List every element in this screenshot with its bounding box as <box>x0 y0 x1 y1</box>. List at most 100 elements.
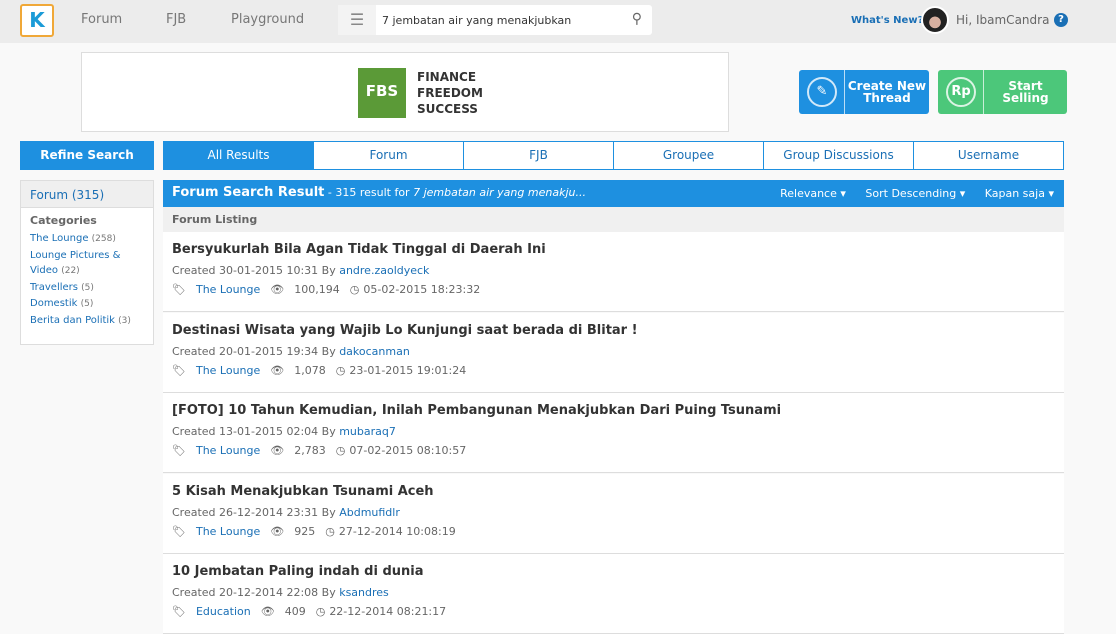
results-title: Forum Search Result <box>172 185 325 200</box>
ad-banner[interactable]: FBS FINANCE FREEDOM SUCCESS <box>81 52 729 132</box>
result-tabs: All Results Forum FJB Groupee Group Disc… <box>163 141 1064 170</box>
results-summary: - 315 result for <box>324 186 414 199</box>
views-icon: 👁 <box>260 605 275 618</box>
tab-username[interactable]: Username <box>913 142 1063 169</box>
category-item[interactable]: Domestik (5) <box>30 296 144 313</box>
banner-line: FINANCE <box>417 70 477 84</box>
banner-line: FREEDOM <box>417 86 483 100</box>
nav-playground[interactable]: Playground <box>231 12 304 27</box>
last-post-time: 05-02-2015 18:23:32 <box>363 283 481 296</box>
clock-icon: ◷ <box>315 605 326 618</box>
sort-controls: Relevance ▾ Sort Descending ▾ Kapan saja… <box>764 187 1054 200</box>
tag-icon: 🏷 <box>172 605 186 618</box>
tab-groupee[interactable]: Groupee <box>613 142 763 169</box>
pencil-icon: ✎ <box>807 77 837 107</box>
view-count: 100,194 <box>294 283 340 296</box>
thread-meta: 🏷 The Lounge 👁 925 ◷ 27-12-2014 10:08:19 <box>172 525 1055 538</box>
category-item[interactable]: Lounge Pictures & Video (22) <box>30 248 144 280</box>
search-icon[interactable]: ⚲ <box>632 11 642 27</box>
view-count: 2,783 <box>294 444 326 457</box>
category-link[interactable]: The Lounge <box>196 283 260 296</box>
start-selling-label: Start Selling <box>1002 79 1049 105</box>
time-range-dropdown[interactable]: Kapan saja ▾ <box>985 187 1054 200</box>
thread-title[interactable]: Bersyukurlah Bila Agan Tidak Tinggal di … <box>172 242 1055 257</box>
result-item: Destinasi Wisata yang Wajib Lo Kunjungi … <box>163 312 1064 393</box>
thread-title[interactable]: 5 Kisah Menakjubkan Tsunami Aceh <box>172 484 1055 499</box>
create-thread-button[interactable]: ✎ Create New Thread <box>799 70 929 114</box>
results-header: Forum Search Result - 315 result for 7 j… <box>163 180 1064 207</box>
result-item: [FOTO] 10 Tahun Kemudian, Inilah Pembang… <box>163 393 1064 473</box>
rupiah-icon: Rp <box>946 77 976 107</box>
category-link[interactable]: The Lounge <box>196 444 260 457</box>
author-link[interactable]: dakocanman <box>339 345 410 358</box>
start-selling-button[interactable]: Rp Start Selling <box>938 70 1067 114</box>
relevance-dropdown[interactable]: Relevance ▾ <box>780 187 846 200</box>
category-link[interactable]: The Lounge <box>196 525 260 538</box>
category-link[interactable]: The Lounge <box>196 364 260 377</box>
category-item[interactable]: Berita dan Politik (3) <box>30 313 144 330</box>
tag-icon: 🏷 <box>172 524 186 538</box>
whats-new-link[interactable]: What's New? <box>851 15 923 26</box>
author-link[interactable]: Abdmufidlr <box>339 506 400 519</box>
result-item: 10 Jembatan Paling indah di dunia Create… <box>163 554 1064 634</box>
view-count: 1,078 <box>294 363 326 377</box>
author-link[interactable]: ksandres <box>339 586 389 599</box>
nav-fjb[interactable]: FJB <box>166 12 186 27</box>
views-icon: 👁 <box>270 524 285 538</box>
last-post-time: 27-12-2014 10:08:19 <box>338 524 456 538</box>
category-link[interactable]: The Lounge <box>30 233 88 244</box>
view-count: 409 <box>284 605 306 618</box>
tag-icon: 🏷 <box>172 444 186 457</box>
author-link[interactable]: mubaraq7 <box>339 425 396 438</box>
category-list: The Lounge (258) Lounge Pictures & Video … <box>21 227 153 333</box>
category-item[interactable]: Travellers (5) <box>30 280 144 297</box>
views-icon: 👁 <box>270 283 285 296</box>
user-greeting[interactable]: Hi, IbamCandra <box>956 13 1049 27</box>
forum-listing-label: Forum Listing <box>163 207 1064 232</box>
thread-meta: 🏷 The Lounge 👁 2,783 ◷ 07-02-2015 08:10:57 <box>172 444 1055 457</box>
category-count: (22) <box>61 266 80 276</box>
category-count: (5) <box>80 299 94 309</box>
category-link[interactable]: Berita dan Politik <box>30 315 115 326</box>
tab-all-results[interactable]: All Results <box>164 142 313 169</box>
thread-title[interactable]: 10 Jembatan Paling indah di dunia <box>172 564 1055 579</box>
refine-search-button[interactable]: Refine Search <box>20 141 154 170</box>
category-link[interactable]: Education <box>196 605 251 618</box>
thread-title[interactable]: [FOTO] 10 Tahun Kemudian, Inilah Pembang… <box>172 403 1055 418</box>
create-thread-label: Create New Thread <box>847 79 927 105</box>
tab-fjb[interactable]: FJB <box>463 142 613 169</box>
help-icon[interactable]: ? <box>1054 13 1068 27</box>
avatar[interactable] <box>921 6 949 34</box>
thread-created: Created 30-01-2015 10:31 By andre.zaoldy… <box>172 264 430 277</box>
category-item[interactable]: The Lounge (258) <box>30 231 144 248</box>
thread-created: Created 13-01-2015 02:04 By mubaraq7 <box>172 425 396 438</box>
search-input[interactable] <box>382 5 622 35</box>
result-item: Bersyukurlah Bila Agan Tidak Tinggal di … <box>163 232 1064 312</box>
sort-order-dropdown[interactable]: Sort Descending ▾ <box>865 187 965 200</box>
categories-heading: Categories <box>30 214 97 227</box>
banner-text: FINANCE FREEDOM SUCCESS <box>417 69 483 117</box>
menu-icon[interactable]: ☰ <box>338 5 376 35</box>
category-link[interactable]: Travellers <box>30 282 78 293</box>
refine-sidebar: Forum (315) Categories The Lounge (258) L… <box>20 180 154 345</box>
category-link[interactable]: Domestik <box>30 298 77 309</box>
sidebar-forum-count[interactable]: Forum (315) <box>21 181 153 208</box>
thread-created: Created 20-12-2014 22:08 By ksandres <box>172 586 389 599</box>
last-post-time: 23-01-2015 19:01:24 <box>349 363 467 377</box>
views-icon: 👁 <box>270 363 285 377</box>
last-post-time: 22-12-2014 08:21:17 <box>329 605 447 618</box>
thread-meta: 🏷 Education 👁 409 ◷ 22-12-2014 08:21:17 <box>172 605 1055 618</box>
category-count: (258) <box>91 234 116 244</box>
view-count: 925 <box>294 524 316 538</box>
tab-group-discussions[interactable]: Group Discussions <box>763 142 913 169</box>
tab-forum[interactable]: Forum <box>313 142 463 169</box>
nav-forum[interactable]: Forum <box>81 12 122 27</box>
thread-title[interactable]: Destinasi Wisata yang Wajib Lo Kunjungi … <box>172 323 1055 338</box>
thread-created: Created 26-12-2014 23:31 By Abdmufidlr <box>172 505 400 519</box>
kaskus-logo[interactable]: K <box>20 4 54 37</box>
clock-icon: ◷ <box>335 363 346 377</box>
last-post-time: 07-02-2015 08:10:57 <box>349 444 467 457</box>
fbs-logo: FBS <box>358 68 406 118</box>
author-link[interactable]: andre.zaoldyeck <box>339 264 429 277</box>
category-count: (3) <box>118 315 131 326</box>
